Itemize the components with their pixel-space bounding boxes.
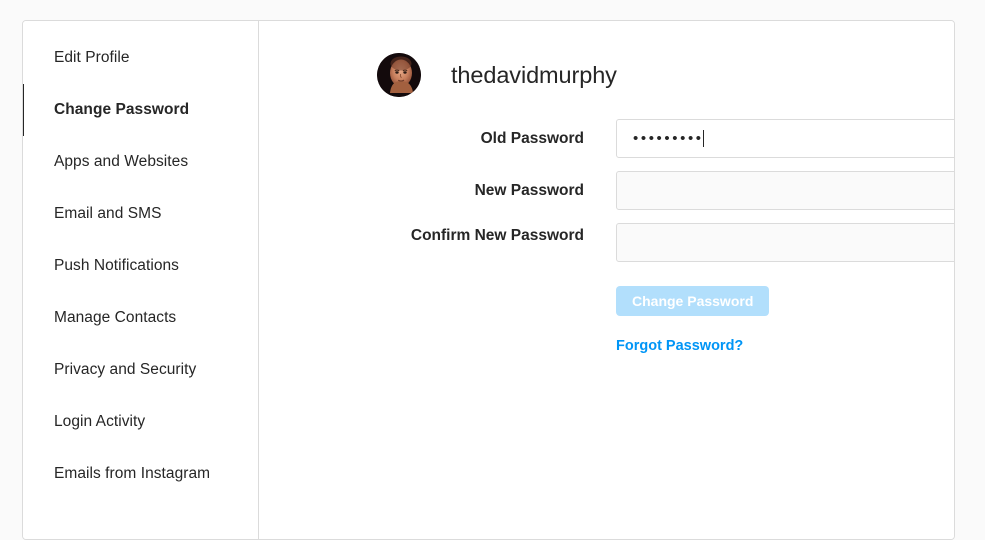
confirm-new-password-field-wrap: [616, 223, 954, 262]
form-row-new-password: New Password: [259, 171, 954, 210]
forgot-spacer: [259, 338, 616, 354]
text-caret: [702, 130, 704, 147]
sidebar-item-label: Edit Profile: [54, 49, 130, 66]
actions-spacer: [259, 286, 616, 316]
confirm-new-password-label: Confirm New Password: [410, 227, 584, 244]
sidebar-item-label: Email and SMS: [54, 205, 162, 222]
profile-header: thedavidmurphy: [259, 21, 954, 97]
sidebar-item-push-notifications[interactable]: Push Notifications: [23, 240, 258, 292]
sidebar-item-manage-contacts[interactable]: Manage Contacts: [23, 292, 258, 344]
form-actions: Change Password: [259, 286, 954, 316]
old-password-field-wrap: •••••••••: [616, 119, 954, 158]
sidebar-item-change-password[interactable]: Change Password: [23, 84, 258, 136]
user-avatar-photo-icon: [377, 53, 421, 97]
change-password-panel: thedavidmurphy Old Password ••••••••• Ne…: [259, 21, 954, 539]
sidebar-item-label: Login Activity: [54, 413, 146, 430]
forgot-password-row: Forgot Password?: [259, 338, 954, 354]
change-password-button[interactable]: Change Password: [616, 286, 770, 316]
forgot-password-link[interactable]: Forgot Password?: [616, 338, 743, 354]
sidebar-item-label: Change Password: [54, 101, 190, 118]
sidebar-item-label: Emails from Instagram: [54, 465, 211, 482]
new-password-field-wrap: [616, 171, 954, 210]
active-indicator-bar: [23, 84, 24, 136]
sidebar-item-privacy-and-security[interactable]: Privacy and Security: [23, 344, 258, 396]
sidebar-item-apps-and-websites[interactable]: Apps and Websites: [23, 136, 258, 188]
settings-sidebar: Edit Profile Change Password Apps and We…: [23, 21, 259, 539]
confirm-new-password-input[interactable]: [616, 223, 954, 262]
new-password-input[interactable]: [616, 171, 954, 210]
sidebar-item-label: Privacy and Security: [54, 361, 197, 378]
sidebar-item-edit-profile[interactable]: Edit Profile: [23, 32, 258, 84]
settings-page: Edit Profile Change Password Apps and We…: [0, 0, 985, 540]
new-password-label: New Password: [474, 182, 584, 199]
sidebar-item-label: Manage Contacts: [54, 309, 177, 326]
sidebar-item-label: Apps and Websites: [54, 153, 189, 170]
sidebar-item-emails-from-instagram[interactable]: Emails from Instagram: [23, 448, 258, 500]
sidebar-item-email-and-sms[interactable]: Email and SMS: [23, 188, 258, 240]
form-row-old-password: Old Password •••••••••: [259, 119, 954, 158]
avatar[interactable]: [377, 53, 421, 97]
page-title-username: thedavidmurphy: [451, 61, 617, 88]
change-password-form: Old Password ••••••••• New Password Conf…: [259, 119, 954, 354]
sidebar-item-label: Push Notifications: [54, 257, 179, 274]
form-row-confirm-new-password: Confirm New Password: [259, 223, 954, 262]
old-password-input[interactable]: [616, 119, 954, 158]
sidebar-item-login-activity[interactable]: Login Activity: [23, 396, 258, 448]
old-password-label: Old Password: [480, 130, 584, 147]
settings-card: Edit Profile Change Password Apps and We…: [22, 20, 955, 540]
